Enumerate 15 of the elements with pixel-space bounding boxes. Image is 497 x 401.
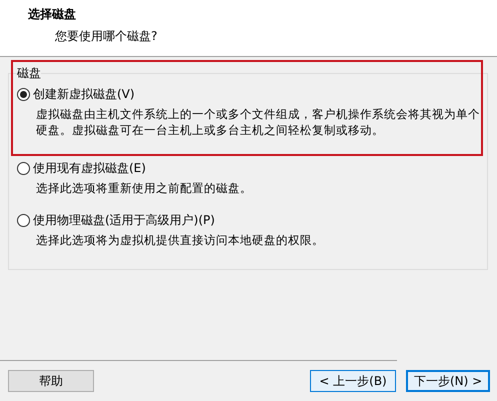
radio-button[interactable] [17, 88, 30, 101]
option-description: 选择此选项将重新使用之前配置的磁盘。 [36, 180, 253, 196]
group-label: 磁盘 [17, 65, 41, 82]
option-description: 虚拟磁盘由主机文件系统上的一个或多个文件组成，客户机操作系统会将其视为单个硬盘。虚拟磁盘可在一台主机上或多台主机之间轻松复制或移动。 [36, 106, 481, 138]
radio-button[interactable] [17, 214, 30, 227]
radio-button[interactable] [17, 162, 30, 175]
option-label[interactable]: 使用物理磁盘(适用于高级用户)(P) [33, 212, 215, 229]
back-button[interactable]: < 上一步(B) [310, 370, 396, 392]
option-label[interactable]: 使用现有虚拟磁盘(E) [33, 160, 146, 177]
page-title: 选择磁盘 [28, 6, 77, 23]
next-button[interactable]: 下一步(N) > [406, 370, 490, 392]
option-description: 选择此选项将为虚拟机提供直接访问本地硬盘的权限。 [36, 232, 325, 248]
option-label[interactable]: 创建新虚拟磁盘(V) [33, 86, 135, 103]
page-subtitle: 您要使用哪个磁盘? [55, 28, 158, 45]
help-button[interactable]: 帮助 [8, 370, 94, 392]
